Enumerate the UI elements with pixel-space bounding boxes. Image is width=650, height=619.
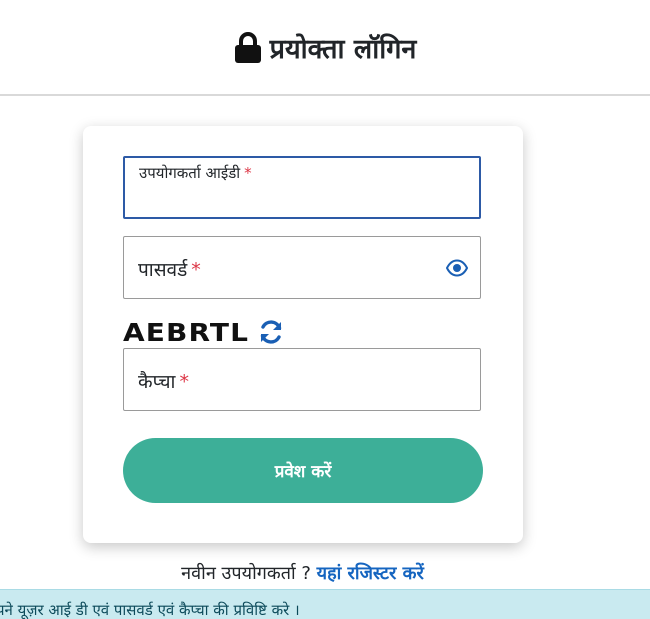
- user-id-input[interactable]: [139, 187, 443, 211]
- captcha-field[interactable]: कैप्चा *: [123, 348, 481, 411]
- alert-message: पने यूज़र आई डी एवं पासवर्ड एवं कैप्चा क…: [0, 601, 300, 619]
- user-id-field[interactable]: उपयोगकर्ता आईडी *: [123, 156, 481, 219]
- register-link[interactable]: यहां रजिस्टर करें: [317, 563, 424, 584]
- user-id-label: उपयोगकर्ता आईडी *: [139, 164, 252, 182]
- refresh-icon[interactable]: [258, 319, 284, 345]
- captcha-image: AEBRTL: [123, 317, 250, 347]
- lock-icon: [234, 32, 261, 63]
- login-button[interactable]: प्रवेश करें: [123, 438, 483, 503]
- page-title: प्रयोक्ता लॉगिन: [269, 33, 417, 65]
- eye-icon[interactable]: [446, 257, 468, 279]
- login-card: उपयोगकर्ता आईडी * पासवर्ड * AEBRTL कैप्चा *: [83, 126, 523, 543]
- register-prompt: नवीन उपयोगकर्ता ? यहां रजिस्टर करें: [0, 561, 605, 585]
- new-user-text: नवीन उपयोगकर्ता ?: [181, 563, 311, 584]
- page-header: प्रयोक्ता लॉगिन: [0, 0, 650, 96]
- login-page: प्रयोक्ता लॉगिन उपयोगकर्ता आईडी * पासवर्ड…: [0, 0, 650, 619]
- required-mark: *: [244, 164, 252, 182]
- info-alert: पने यूज़र आई डी एवं पासवर्ड एवं कैप्चा क…: [0, 589, 650, 619]
- password-input[interactable]: [138, 268, 442, 292]
- captcha-row: AEBRTL: [123, 316, 284, 348]
- captcha-input[interactable]: [138, 380, 442, 404]
- password-field[interactable]: पासवर्ड *: [123, 236, 481, 299]
